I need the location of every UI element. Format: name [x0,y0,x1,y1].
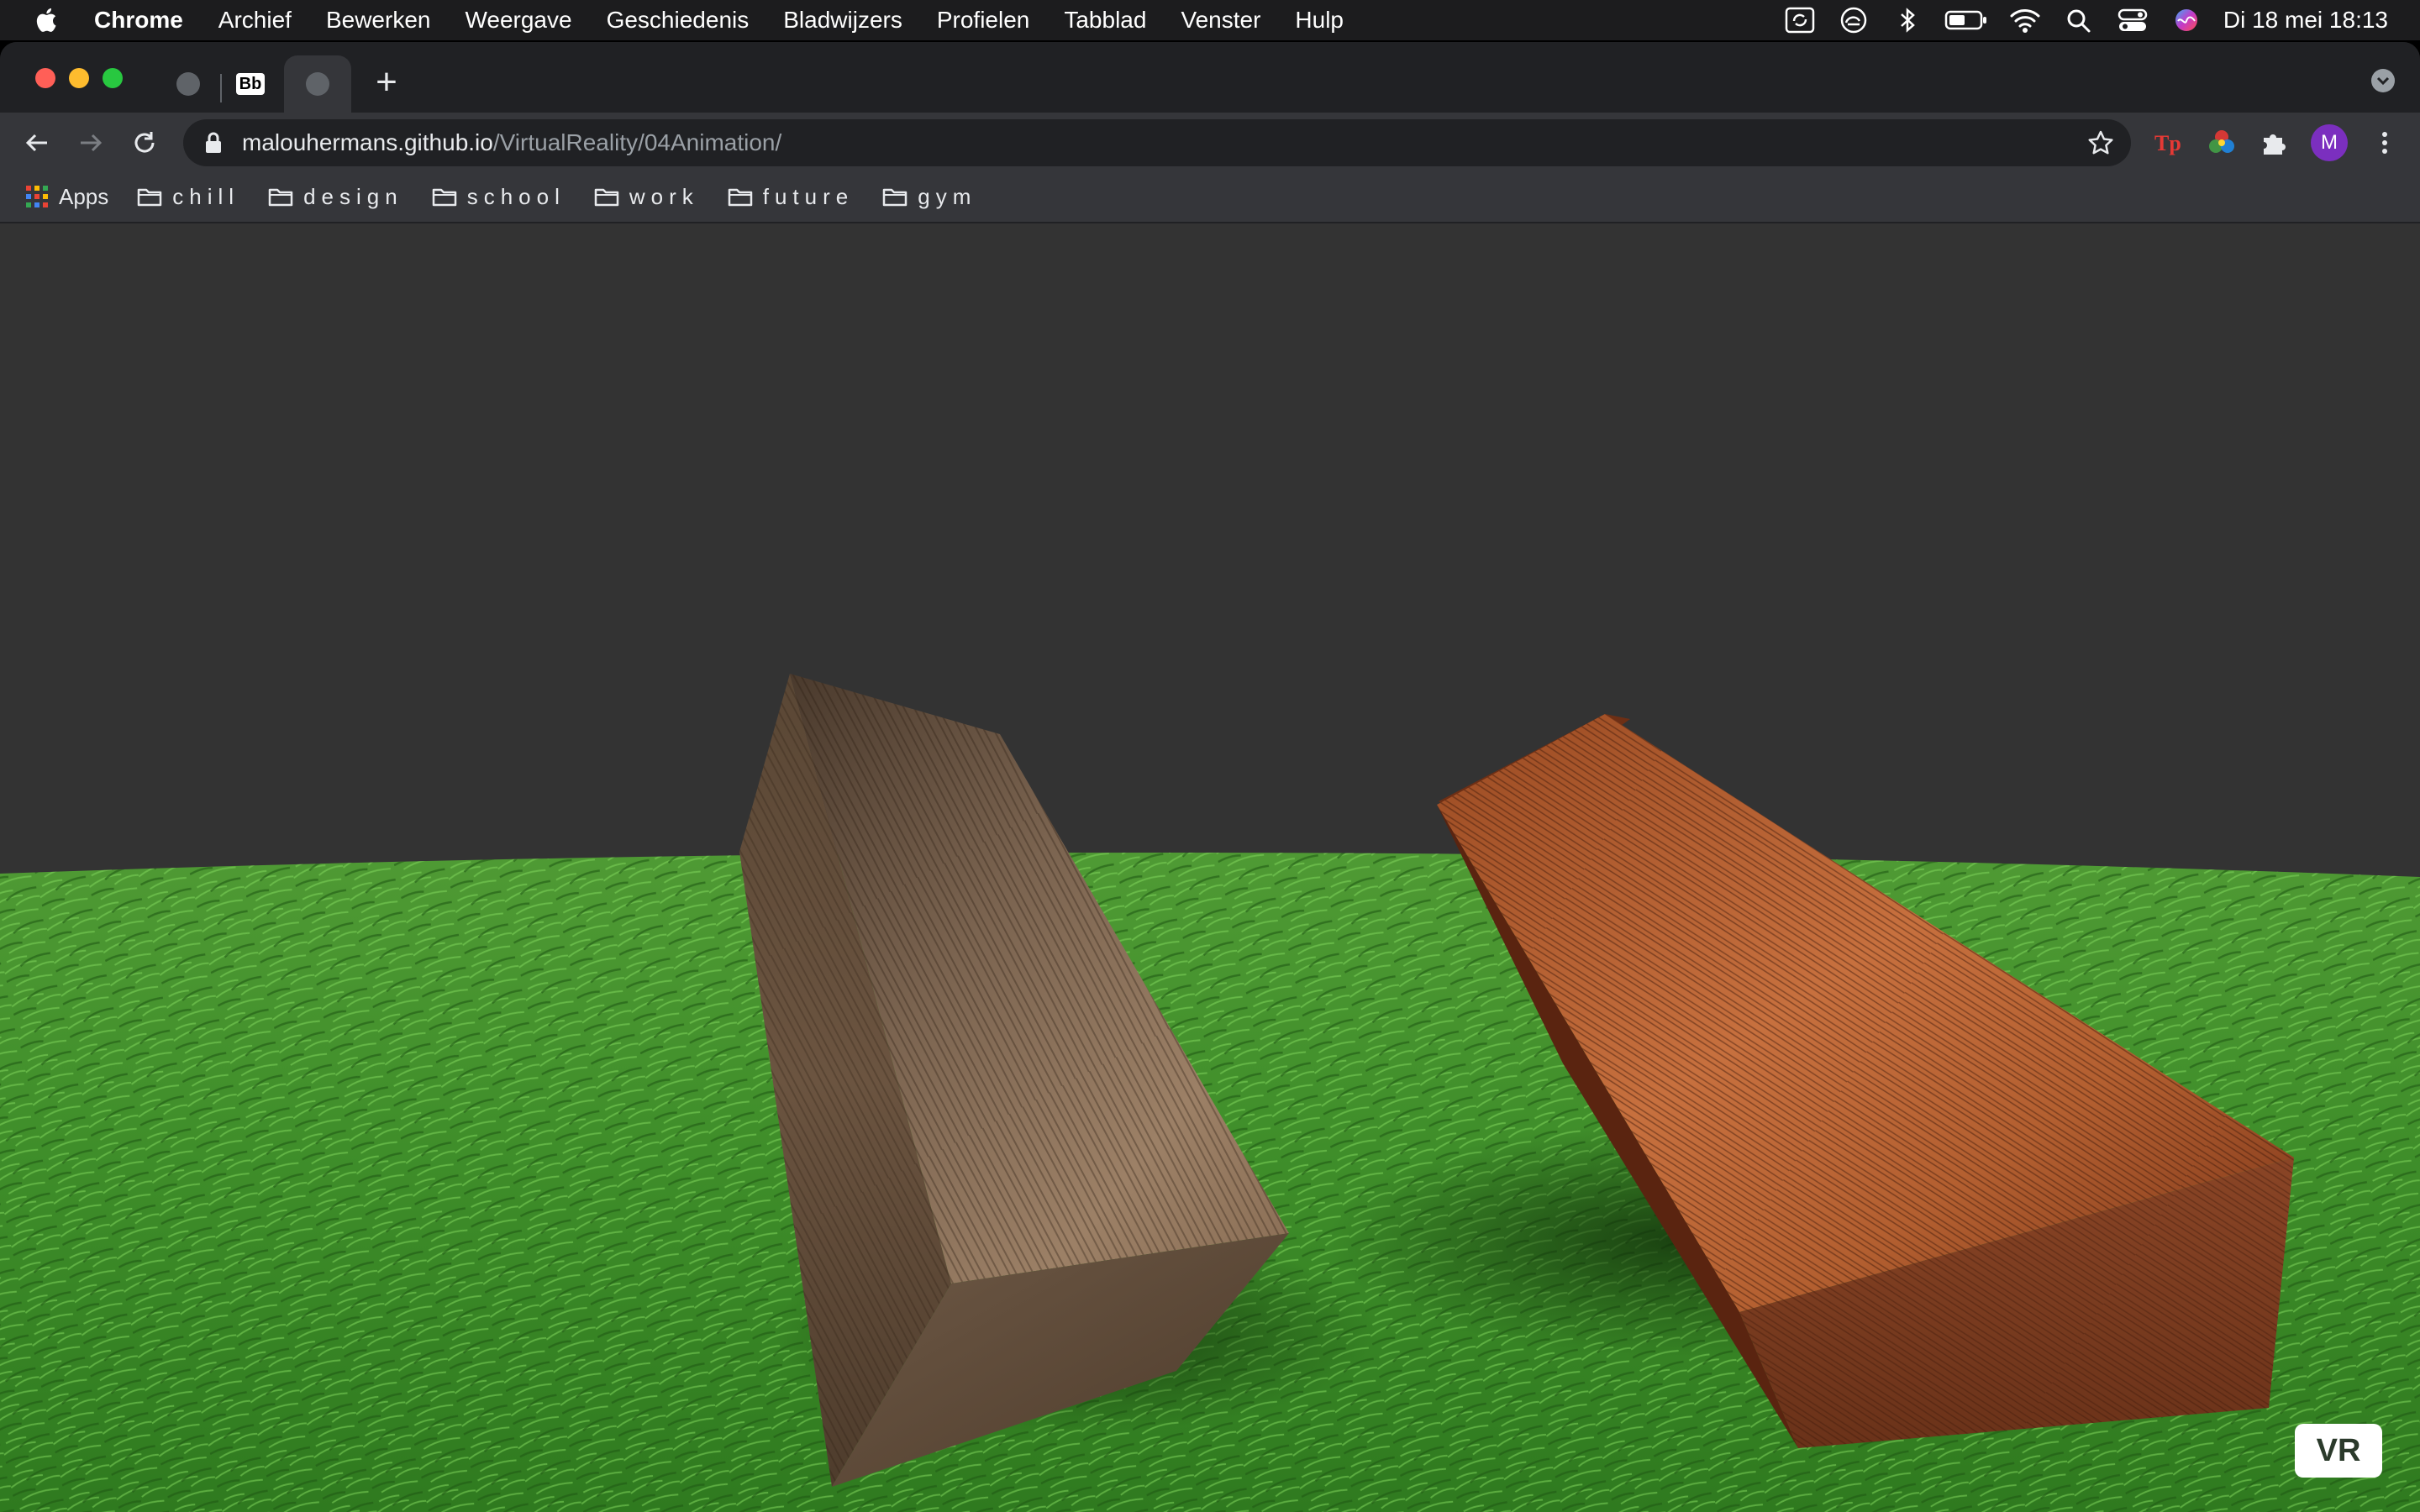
tab-separator [220,74,222,102]
window-minimize-button[interactable] [69,68,89,88]
bb-favicon: Bb [235,73,266,95]
puzzle-extensions-icon[interactable] [2259,128,2289,158]
address-bar[interactable]: malouhermans.github.io/VirtualReality/04… [183,119,2131,166]
folder-icon [268,188,293,207]
folder-icon [138,188,162,207]
bookmark-folder-label: future [762,183,855,209]
menu-profielen[interactable]: Profielen [937,7,1030,34]
3d-scene-canvas[interactable] [0,223,2420,1512]
battery-icon[interactable] [1944,6,1988,34]
wifi-icon[interactable] [2008,6,2042,34]
creative-cloud-icon[interactable] [1837,6,1870,34]
tp-extension-icon[interactable]: Tp [2153,128,2183,158]
bookmark-star-icon[interactable] [2087,129,2114,156]
profile-avatar[interactable]: M [2311,124,2348,161]
menu-app-name[interactable]: Chrome [94,7,183,34]
screen-share-icon[interactable] [1783,6,1817,34]
lock-icon[interactable] [202,131,225,155]
chevron-down-icon [2376,76,2390,86]
bookmark-folder-label: work [629,183,699,209]
bookmark-folder-chill[interactable]: chill [137,184,239,210]
arrow-right-icon [81,134,103,152]
menu-hulp[interactable]: Hulp [1295,7,1344,34]
menu-geschiedenis[interactable]: Geschiedenis [607,7,750,34]
tab-active[interactable] [284,55,351,113]
siri-icon[interactable] [2170,6,2203,34]
globe-icon [306,72,329,96]
globe-icon [176,72,200,96]
bookmark-folder-label: design [303,183,403,209]
menu-venster[interactable]: Venster [1181,7,1260,34]
window-maximize-button[interactable] [103,68,123,88]
bookmark-folder-label: chill [172,183,240,209]
bluetooth-icon[interactable] [1891,6,1924,34]
apple-logo-icon[interactable] [35,6,60,34]
url-host: malouhermans.github.io [242,129,493,155]
bookmark-apps[interactable]: Apps [25,184,108,210]
url-text[interactable]: malouhermans.github.io/VirtualReality/04… [242,129,781,156]
svg-text:Tp: Tp [2154,131,2181,155]
menubar-clock[interactable]: Di 18 mei 18:13 [2223,7,2388,34]
new-tab-button[interactable]: + [370,64,403,101]
bookmark-apps-label: Apps [59,183,109,209]
reload-icon [134,132,155,153]
apps-grid-icon [26,186,48,207]
forward-button[interactable] [74,126,108,160]
window-close-button[interactable] [35,68,55,88]
url-path: /VirtualReality/04Animation/ [492,129,782,155]
arrow-left-icon [25,134,47,152]
menu-tabblad[interactable]: Tabblad [1064,7,1146,34]
menu-bewerken[interactable]: Bewerken [326,7,431,34]
tab-1[interactable] [163,55,213,113]
chrome-window: Bb + malouhermans.github.io/VirtualReali… [0,42,2420,1512]
browser-toolbar: malouhermans.github.io/VirtualReality/04… [0,113,2420,171]
more-menu-icon[interactable] [2370,128,2400,158]
bookmark-folder-school[interactable]: school [432,184,566,210]
bookmark-folder-future[interactable]: future [728,184,855,210]
tab-search-button[interactable] [2371,69,2395,92]
color-picker-extension-icon[interactable] [2207,128,2237,158]
bookmark-folder-label: school [466,183,566,209]
back-button[interactable] [20,126,54,160]
folder-icon [594,188,619,207]
menu-weergave[interactable]: Weergave [465,7,571,34]
bookmark-folder-work[interactable]: work [594,184,699,210]
control-center-icon[interactable] [2116,6,2149,34]
bookmarks-bar: Apps chill design school work future gym [0,171,2420,223]
folder-icon [728,188,752,207]
menubar-status-area: Di 18 mei 18:13 [1783,0,2420,40]
menu-archief[interactable]: Archief [218,7,292,34]
menu-bladwijzers[interactable]: Bladwijzers [783,7,902,34]
spotlight-search-icon[interactable] [2062,6,2096,34]
enter-vr-button[interactable]: VR [2295,1424,2382,1478]
bookmark-folder-design[interactable]: design [268,184,403,210]
webvr-viewport[interactable]: VR [0,223,2420,1512]
folder-icon [432,188,456,207]
folder-icon [883,188,908,207]
bookmark-folder-label: gym [918,183,977,209]
reload-button[interactable] [128,126,161,160]
tab-strip: Bb + [0,42,2420,113]
bookmark-folder-gym[interactable]: gym [882,184,976,210]
macos-menubar: Chrome Archief Bewerken Weergave Geschie… [0,0,2420,40]
tab-2[interactable]: Bb [225,55,276,113]
